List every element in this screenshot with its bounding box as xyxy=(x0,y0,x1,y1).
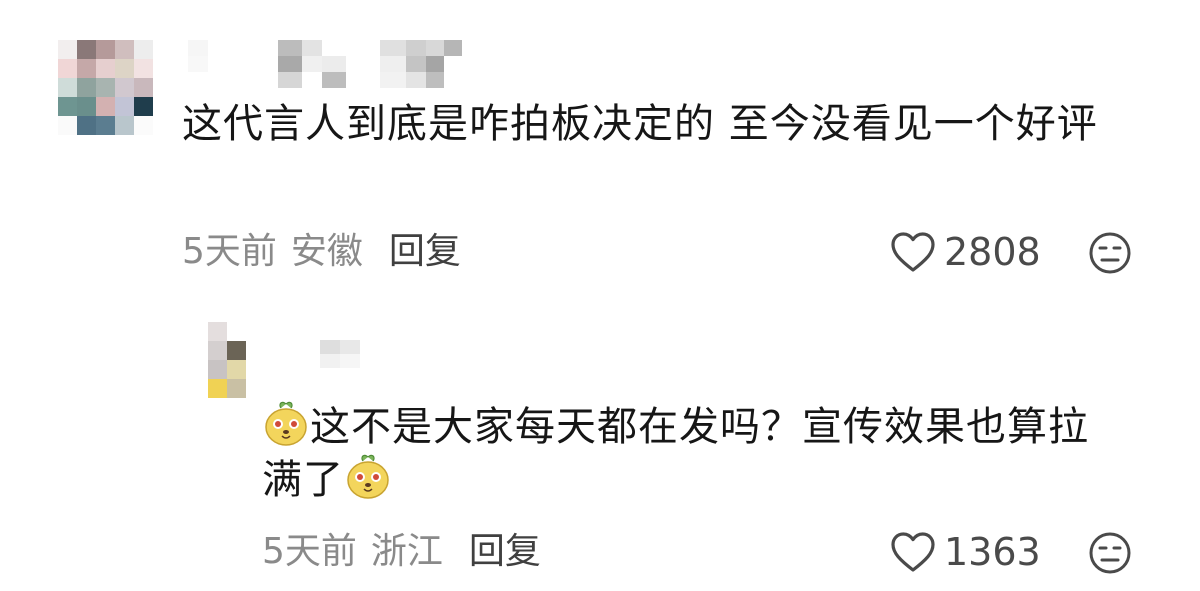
reply-meta: 5天前 浙江 回复 xyxy=(262,530,541,574)
comment-time: 5天前 xyxy=(182,231,277,272)
reply-avatar[interactable] xyxy=(208,322,246,398)
username-blurred[interactable] xyxy=(188,40,462,88)
mango-mascot-emoji xyxy=(347,454,389,499)
reply-text-line2: 满了 xyxy=(262,457,344,503)
like-button[interactable]: 1363 xyxy=(890,528,1041,576)
heart-outline-icon xyxy=(891,532,935,572)
reply-text: 这不是大家每天都在发吗？宣传效果也算拉 满了 xyxy=(262,400,1162,506)
comment-thread: 这代言人到底是咋拍板决定的 至今没看见一个好评 5天前 安徽 回复 2808 这… xyxy=(0,0,1200,591)
like-count: 1363 xyxy=(944,530,1041,574)
like-button[interactable]: 2808 xyxy=(890,228,1041,276)
reply-time: 5天前 xyxy=(262,531,357,572)
dislike-button[interactable] xyxy=(1088,231,1132,279)
reply-text-line1: 这不是大家每天都在发吗？宣传效果也算拉 xyxy=(310,404,1089,450)
comment-location: 安徽 xyxy=(290,231,363,272)
reply-button[interactable]: 回复 xyxy=(469,531,541,572)
reply-username-blurred[interactable] xyxy=(320,340,360,368)
expressionless-face-icon xyxy=(1089,532,1131,574)
dislike-button[interactable] xyxy=(1088,531,1132,579)
avatar[interactable] xyxy=(58,40,153,135)
reply-button[interactable]: 回复 xyxy=(389,231,461,272)
reply-location: 浙江 xyxy=(370,531,443,572)
expressionless-face-icon xyxy=(1089,232,1131,274)
comment-meta: 5天前 安徽 回复 xyxy=(182,230,461,274)
heart-outline-icon xyxy=(891,232,935,272)
like-count: 2808 xyxy=(944,230,1041,274)
mango-mascot-emoji xyxy=(265,401,307,446)
comment-text: 这代言人到底是咋拍板决定的 至今没看见一个好评 xyxy=(182,101,1098,147)
